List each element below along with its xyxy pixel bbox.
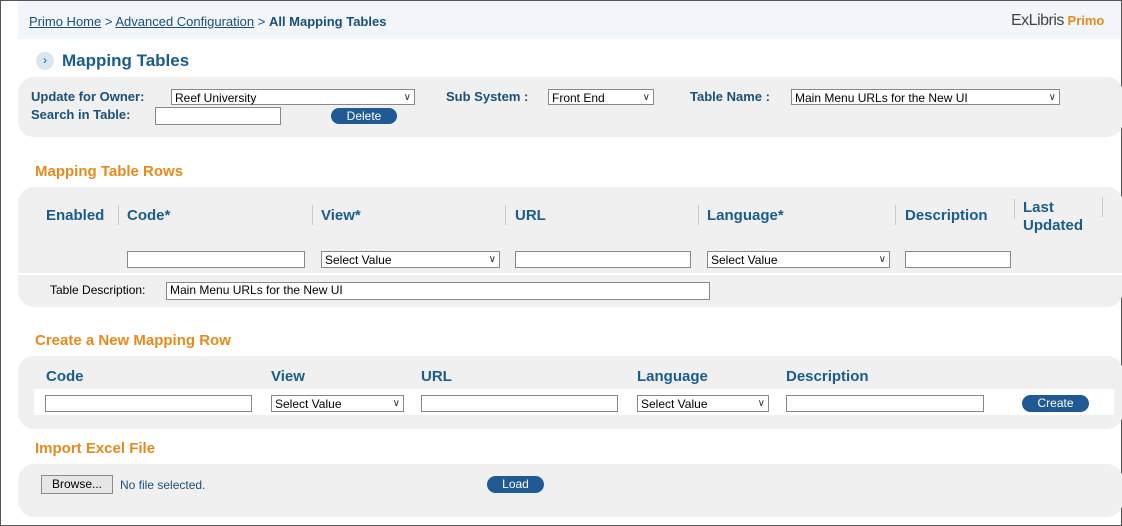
- chevron-down-icon: ∨: [403, 92, 411, 103]
- code-filter-input[interactable]: [127, 251, 305, 268]
- logo-primo-text: Primo: [1067, 13, 1105, 28]
- rows-divider: [18, 273, 1122, 275]
- logo-ex-text: ExLibris: [1011, 12, 1064, 29]
- column-separator: [505, 205, 506, 225]
- description-filter-input[interactable]: [905, 251, 1011, 268]
- col-language: Language*: [707, 207, 784, 224]
- create-col-code: Code: [46, 368, 84, 385]
- view-filter-select[interactable]: Select Value ∨: [321, 251, 500, 268]
- owner-select-value: Reef University: [175, 91, 257, 105]
- browse-button[interactable]: Browse...: [41, 475, 113, 494]
- new-description-input[interactable]: [786, 395, 984, 412]
- table-description-input[interactable]: Main Menu URLs for the New UI: [166, 282, 710, 300]
- load-button[interactable]: Load: [487, 476, 544, 493]
- column-separator: [312, 205, 313, 225]
- language-filter-value: Select Value: [711, 253, 778, 267]
- chevron-down-icon: ∨: [642, 92, 650, 103]
- create-col-view: View: [271, 368, 305, 385]
- view-filter-value: Select Value: [325, 253, 392, 267]
- column-separator: [1102, 197, 1103, 217]
- column-separator: [895, 205, 896, 225]
- breadcrumb-config-link[interactable]: Advanced Configuration: [115, 14, 254, 29]
- exlibris-logo: ExLibris Primo: [1011, 12, 1104, 30]
- subsystem-select[interactable]: Front End ∨: [548, 89, 654, 105]
- chevron-right-icon[interactable]: ›: [36, 52, 54, 70]
- col-view: View*: [321, 207, 361, 224]
- create-button[interactable]: Create: [1022, 395, 1089, 412]
- subsystem-select-value: Front End: [552, 91, 605, 105]
- search-input[interactable]: [155, 107, 281, 125]
- table-name-select-value: Main Menu URLs for the New UI: [795, 91, 968, 105]
- owner-label: Update for Owner:: [31, 89, 145, 104]
- page-frame: Primo Home > Advanced Configuration > Al…: [0, 0, 1122, 526]
- file-status: No file selected.: [120, 478, 206, 492]
- chevron-down-icon: ∨: [757, 398, 765, 409]
- new-view-value: Select Value: [275, 397, 342, 411]
- search-label: Search in Table:: [31, 107, 131, 122]
- chevron-down-icon: ∨: [878, 254, 886, 265]
- col-enabled: Enabled: [46, 207, 105, 224]
- url-filter-input[interactable]: [515, 251, 691, 268]
- new-language-value: Select Value: [641, 397, 708, 411]
- col-url: URL: [515, 207, 546, 224]
- table-description-label: Table Description:: [50, 283, 146, 297]
- rows-section-title: Mapping Table Rows: [35, 163, 184, 180]
- language-filter-select[interactable]: Select Value ∨: [707, 251, 890, 268]
- breadcrumb: Primo Home > Advanced Configuration > Al…: [29, 14, 386, 29]
- table-name-label: Table Name :: [690, 89, 770, 104]
- column-separator: [1014, 199, 1015, 219]
- col-code: Code*: [127, 207, 171, 224]
- import-section-title: Import Excel File: [35, 440, 156, 457]
- create-section-title: Create a New Mapping Row: [35, 332, 231, 349]
- col-description: Description: [905, 207, 988, 224]
- page-title: Mapping Tables: [62, 51, 190, 70]
- create-col-description: Description: [786, 368, 869, 385]
- delete-button[interactable]: Delete: [331, 108, 397, 124]
- new-url-input[interactable]: [421, 395, 618, 412]
- subsystem-label: Sub System :: [446, 89, 529, 104]
- table-name-select[interactable]: Main Menu URLs for the New UI ∨: [791, 89, 1060, 105]
- column-separator: [118, 205, 119, 225]
- create-col-language: Language: [637, 368, 708, 385]
- chevron-down-icon: ∨: [488, 254, 496, 265]
- breadcrumb-separator: >: [254, 14, 269, 29]
- breadcrumb-current: All Mapping Tables: [268, 14, 387, 29]
- new-language-select[interactable]: Select Value ∨: [637, 395, 769, 412]
- chevron-down-icon: ∨: [392, 398, 400, 409]
- new-view-select[interactable]: Select Value ∨: [271, 395, 404, 412]
- breadcrumb-separator: >: [101, 14, 116, 29]
- create-col-url: URL: [421, 368, 452, 385]
- owner-select[interactable]: Reef University ∨: [171, 89, 415, 105]
- col-last-updated: Last Updated: [1023, 199, 1083, 234]
- chevron-down-icon: ∨: [1048, 92, 1056, 103]
- breadcrumb-home-link[interactable]: Primo Home: [29, 14, 101, 29]
- column-separator: [698, 205, 699, 225]
- new-code-input[interactable]: [45, 395, 252, 412]
